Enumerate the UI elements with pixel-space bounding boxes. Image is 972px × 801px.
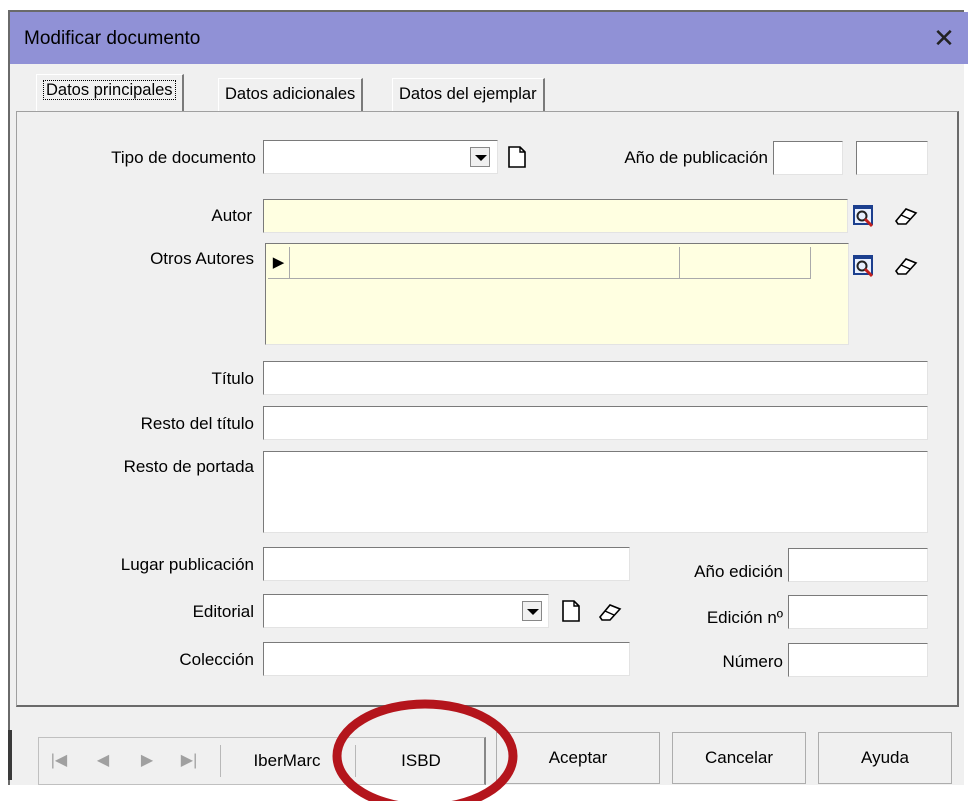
anio-publicacion-field-1[interactable] xyxy=(773,141,843,175)
lugar-publicacion-label: Lugar publicación xyxy=(120,555,254,574)
resto-titulo-field[interactable] xyxy=(263,406,928,440)
tipo-documento-label: Tipo de documento xyxy=(111,148,256,167)
anio-edicion-label: Año edición xyxy=(694,562,783,581)
next-record-icon[interactable]: ▶ xyxy=(134,737,160,785)
autor-label: Autor xyxy=(211,206,252,225)
tab-label: Datos del ejemplar xyxy=(399,85,537,103)
anio-edicion-field[interactable] xyxy=(788,548,928,582)
new-document-icon[interactable] xyxy=(562,600,580,622)
search-icon[interactable] xyxy=(852,254,876,278)
editorial-select[interactable] xyxy=(263,594,549,628)
editorial-label: Editorial xyxy=(192,602,254,621)
annotation-circle xyxy=(332,699,518,801)
titulo-field[interactable] xyxy=(263,361,928,395)
row-indicator-icon: ▶ xyxy=(268,247,290,279)
numero-field[interactable] xyxy=(788,643,928,677)
grid-column-divider xyxy=(810,247,811,279)
numero-label: Número xyxy=(722,652,783,671)
ayuda-button[interactable]: Ayuda xyxy=(818,732,952,784)
autor-field[interactable] xyxy=(263,199,848,233)
window-title: Modificar documento xyxy=(24,28,201,49)
window-edge xyxy=(8,730,12,780)
resto-titulo-label: Resto del título xyxy=(140,414,254,433)
coleccion-field[interactable] xyxy=(263,642,630,676)
tab-label: Datos adicionales xyxy=(225,85,356,103)
otros-autores-label: Otros Autores xyxy=(150,249,254,268)
new-document-icon[interactable] xyxy=(508,146,526,168)
edicion-no-label: Edición nº xyxy=(706,608,783,627)
anio-publicacion-label: Año de publicación xyxy=(624,148,768,167)
tab-label: Datos principales xyxy=(43,80,176,100)
tab-datos-principales[interactable]: Datos principales xyxy=(36,74,184,114)
tab-datos-ejemplar[interactable]: Datos del ejemplar xyxy=(392,78,545,112)
edicion-no-field[interactable] xyxy=(788,595,928,629)
anio-publicacion-field-2[interactable] xyxy=(856,141,928,175)
titulo-label: Título xyxy=(211,369,254,388)
grid-row[interactable] xyxy=(268,247,810,279)
last-record-icon[interactable]: ▶| xyxy=(176,737,202,785)
first-record-icon[interactable]: |◀ xyxy=(46,737,72,785)
tab-datos-adicionales[interactable]: Datos adicionales xyxy=(218,78,364,112)
dropdown-arrow-icon[interactable] xyxy=(522,601,542,621)
coleccion-label: Colección xyxy=(179,650,254,669)
prev-record-icon[interactable]: ◀ xyxy=(90,737,116,785)
cancelar-button[interactable]: Cancelar xyxy=(672,732,806,784)
grid-column-divider xyxy=(679,247,680,279)
close-icon[interactable]: ✕ xyxy=(928,22,960,54)
eraser-icon[interactable] xyxy=(893,206,919,226)
dropdown-arrow-icon[interactable] xyxy=(470,147,490,167)
eraser-icon[interactable] xyxy=(893,256,919,276)
resto-portada-textarea[interactable] xyxy=(263,451,928,533)
resto-portada-label: Resto de portada xyxy=(123,457,254,476)
lugar-publicacion-field[interactable] xyxy=(263,547,630,581)
tipo-documento-select[interactable] xyxy=(263,140,498,174)
search-icon[interactable] xyxy=(852,204,876,228)
eraser-icon[interactable] xyxy=(597,602,623,622)
